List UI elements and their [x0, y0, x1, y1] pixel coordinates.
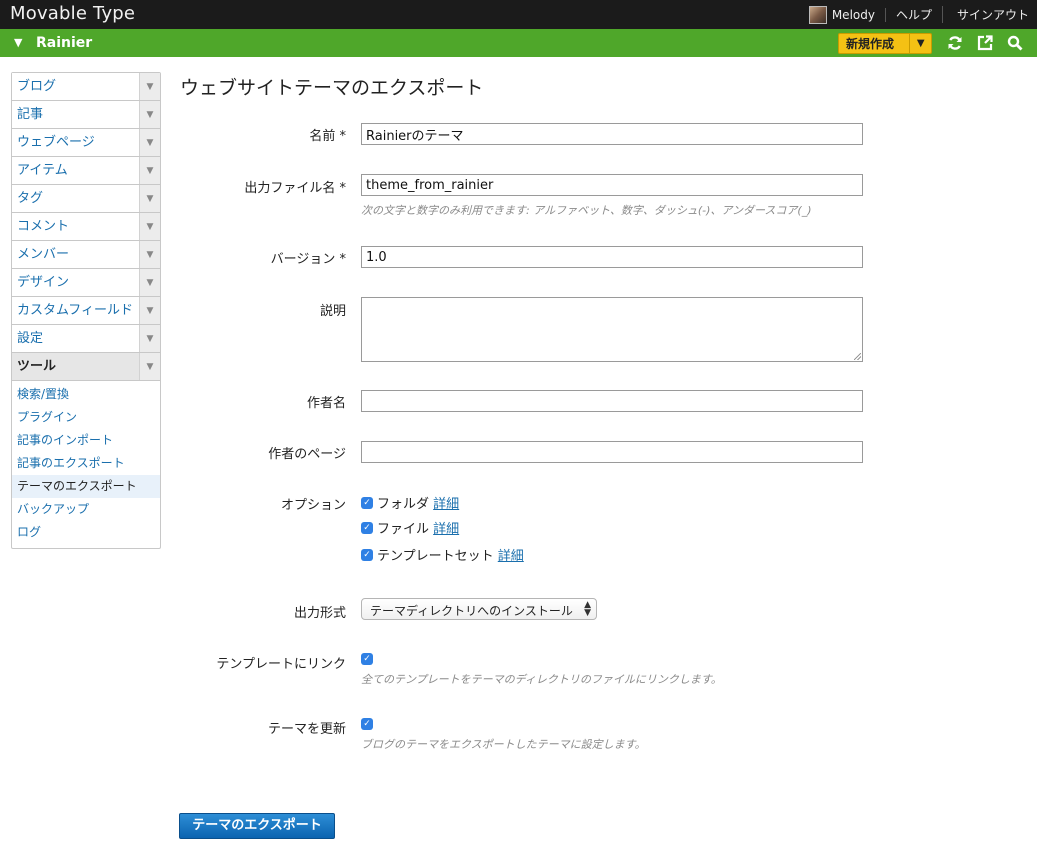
subitem-log[interactable]: ログ [12, 521, 160, 544]
chevron-down-icon[interactable]: ▼ [139, 129, 160, 156]
site-name[interactable]: Rainier [36, 35, 92, 51]
page-title: ウェブサイトテーマのエクスポート [180, 77, 484, 99]
subitem-import-entries[interactable]: 記事のインポート [12, 429, 160, 452]
output-format-value: テーマディレクトリへのインストール [370, 604, 573, 618]
link-templates-checkbox[interactable]: ✓ [361, 653, 373, 665]
sidebar-item-tools[interactable]: ツール ▼ [12, 353, 160, 381]
chevron-down-icon[interactable]: ▼ [139, 297, 160, 324]
update-theme-checkbox[interactable]: ✓ [361, 718, 373, 730]
top-bar: Movable Type Melody ヘルプ サインアウト [0, 0, 1037, 29]
template-set-option: テンプレートセット 詳細 [377, 549, 524, 564]
name-label: 名前 * [309, 129, 346, 144]
subitem-plugins[interactable]: プラグイン [12, 406, 160, 429]
link-templates-label: テンプレートにリンク [216, 657, 346, 672]
version-label: バージョン * [270, 252, 346, 267]
author-input[interactable] [361, 390, 863, 412]
version-input[interactable] [361, 246, 863, 268]
new-button[interactable]: 新規作成 ▼ [838, 33, 932, 54]
chevron-down-icon[interactable]: ▼ [909, 34, 931, 53]
signout-link[interactable]: サインアウト [943, 6, 1029, 23]
sidebar-item-entries[interactable]: 記事 ▼ [12, 101, 160, 129]
new-button-label: 新規作成 [846, 37, 895, 51]
update-theme-label: テーマを更新 [267, 722, 346, 737]
site-bar: ▼ Rainier 新規作成 ▼ [0, 29, 1037, 57]
chevron-down-icon[interactable]: ▼ [139, 157, 160, 184]
app-logo[interactable]: Movable Type [10, 3, 135, 24]
sidebar-item-comments[interactable]: コメント ▼ [12, 213, 160, 241]
folder-details-link[interactable]: 詳細 [433, 497, 459, 512]
export-theme-button[interactable]: テーマのエクスポート [179, 813, 335, 839]
sidebar-item-settings[interactable]: 設定 ▼ [12, 325, 160, 353]
sidebar-item-members[interactable]: メンバー ▼ [12, 241, 160, 269]
update-theme-hint: ブログのテーマをエクスポートしたテーマに設定します。 [361, 738, 646, 751]
filename-label: 出力ファイル名 * [244, 181, 346, 196]
user-link[interactable]: Melody [832, 7, 886, 22]
top-nav: Melody ヘルプ サインアウト [808, 0, 1029, 29]
refresh-icon[interactable] [946, 34, 964, 52]
external-link-icon[interactable] [976, 34, 994, 52]
link-templates-hint: 全てのテンプレートをテーマのディレクトリのファイルにリンクします。 [361, 673, 722, 686]
avatar[interactable] [808, 5, 827, 24]
tools-submenu: 検索/置換 プラグイン 記事のインポート 記事のエクスポート テーマのエクスポー… [12, 381, 160, 548]
template-set-checkbox[interactable]: ✓ [361, 549, 373, 561]
options-label: オプション [280, 498, 346, 513]
chevron-down-icon[interactable]: ▼ [139, 213, 160, 240]
sidebar-item-custom-fields[interactable]: カスタムフィールド ▼ [12, 297, 160, 325]
author-label: 作者名 [306, 396, 346, 411]
template-set-details-link[interactable]: 詳細 [498, 549, 524, 564]
subitem-export-entries[interactable]: 記事のエクスポート [12, 452, 160, 475]
chevron-down-icon[interactable]: ▼ [139, 353, 160, 380]
sidebar-item-tags[interactable]: タグ ▼ [12, 185, 160, 213]
chevron-down-icon[interactable]: ▼ [139, 73, 160, 100]
chevron-down-icon[interactable]: ▼ [139, 269, 160, 296]
subitem-backup[interactable]: バックアップ [12, 498, 160, 521]
chevron-down-icon[interactable]: ▼ [139, 325, 160, 352]
filename-hint: 次の文字と数字のみ利用できます: アルファベット、数字、ダッシュ(-)、アンダー… [361, 204, 812, 217]
subitem-export-theme[interactable]: テーマのエクスポート [12, 475, 160, 498]
file-option: ファイル 詳細 [377, 522, 460, 537]
chevron-down-icon[interactable]: ▼ [139, 101, 160, 128]
file-details-link[interactable]: 詳細 [433, 522, 459, 537]
site-menu-icon[interactable]: ▼ [14, 36, 22, 49]
help-link[interactable]: ヘルプ [886, 6, 943, 23]
author-page-input[interactable] [361, 441, 863, 463]
description-label: 説明 [319, 304, 346, 319]
folder-checkbox[interactable]: ✓ [361, 497, 373, 509]
output-format-label: 出力形式 [293, 606, 346, 621]
sidebar-item-blog[interactable]: ブログ ▼ [12, 73, 160, 101]
sidebar: ブログ ▼ 記事 ▼ ウェブページ ▼ アイテム ▼ タグ ▼ コメント ▼ メンバー ▼ デ… [11, 72, 161, 549]
sidebar-item-pages[interactable]: ウェブページ ▼ [12, 129, 160, 157]
name-input[interactable] [361, 123, 863, 145]
subitem-search-replace[interactable]: 検索/置換 [12, 383, 160, 406]
search-icon[interactable] [1006, 34, 1024, 52]
folder-option: フォルダ 詳細 [377, 497, 460, 512]
file-checkbox[interactable]: ✓ [361, 522, 373, 534]
author-page-label: 作者のページ [268, 447, 346, 462]
filename-input[interactable] [361, 174, 863, 196]
output-format-select[interactable]: テーマディレクトリへのインストール ▲ ▼ [361, 598, 597, 620]
chevron-down-icon[interactable]: ▼ [139, 241, 160, 268]
select-arrows-icon: ▲ ▼ [584, 600, 591, 618]
sidebar-item-design[interactable]: デザイン ▼ [12, 269, 160, 297]
description-textarea[interactable] [361, 297, 863, 362]
chevron-down-icon[interactable]: ▼ [139, 185, 160, 212]
sidebar-item-assets[interactable]: アイテム ▼ [12, 157, 160, 185]
resize-handle[interactable] [854, 353, 861, 360]
